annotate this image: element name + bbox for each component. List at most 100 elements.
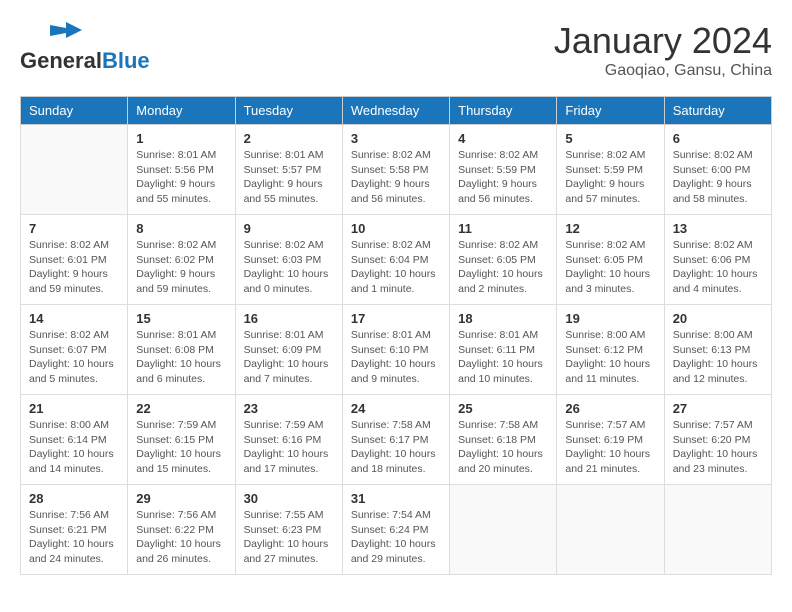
day-number: 26 [565, 401, 655, 416]
day-info: Sunrise: 8:00 AMSunset: 6:12 PMDaylight:… [565, 328, 655, 387]
day-number: 5 [565, 131, 655, 146]
calendar-week-4: 21 Sunrise: 8:00 AMSunset: 6:14 PMDayligh… [21, 395, 772, 485]
day-number: 7 [29, 221, 119, 236]
calendar-cell: 8 Sunrise: 8:02 AMSunset: 6:02 PMDaylight… [128, 215, 235, 305]
day-number: 21 [29, 401, 119, 416]
location-subtitle: Gaoqiao, Gansu, China [554, 62, 772, 80]
logo-text-block: GeneralBlue [20, 20, 150, 74]
day-info: Sunrise: 7:57 AMSunset: 6:20 PMDaylight:… [673, 418, 763, 477]
day-number: 8 [136, 221, 226, 236]
weekday-header-saturday: Saturday [664, 97, 771, 125]
calendar-cell: 23Sunrise: 7:59 AMSunset: 6:16 PMDayligh… [235, 395, 342, 485]
day-number: 9 [244, 221, 334, 236]
calendar-week-5: 28Sunrise: 7:56 AMSunset: 6:21 PMDayligh… [21, 485, 772, 575]
month-title: January 2024 [554, 20, 772, 62]
calendar-cell: 28Sunrise: 7:56 AMSunset: 6:21 PMDayligh… [21, 485, 128, 575]
day-info: Sunrise: 7:58 AMSunset: 6:18 PMDaylight:… [458, 418, 548, 477]
day-info: Sunrise: 8:02 AMSunset: 6:05 PMDaylight:… [458, 238, 548, 297]
calendar-week-1: 1 Sunrise: 8:01 AMSunset: 5:56 PMDaylight… [21, 125, 772, 215]
calendar-cell: 11 Sunrise: 8:02 AMSunset: 6:05 PMDayligh… [450, 215, 557, 305]
calendar-cell: 21 Sunrise: 8:00 AMSunset: 6:14 PMDayligh… [21, 395, 128, 485]
calendar-cell: 15 Sunrise: 8:01 AMSunset: 6:08 PMDayligh… [128, 305, 235, 395]
day-info: Sunrise: 8:01 AMSunset: 5:56 PMDaylight:… [136, 148, 226, 207]
day-number: 31 [351, 491, 441, 506]
day-info: Sunrise: 8:01 AMSunset: 6:10 PMDaylight:… [351, 328, 441, 387]
calendar-cell: 5 Sunrise: 8:02 AMSunset: 5:59 PMDaylight… [557, 125, 664, 215]
day-number: 17 [351, 311, 441, 326]
calendar-cell: 17 Sunrise: 8:01 AMSunset: 6:10 PMDayligh… [342, 305, 449, 395]
calendar-week-3: 14 Sunrise: 8:02 AMSunset: 6:07 PMDayligh… [21, 305, 772, 395]
weekday-header-monday: Monday [128, 97, 235, 125]
calendar-week-2: 7 Sunrise: 8:02 AMSunset: 6:01 PMDaylight… [21, 215, 772, 305]
calendar-cell: 31 Sunrise: 7:54 AMSunset: 6:24 PMDayligh… [342, 485, 449, 575]
calendar-cell [21, 125, 128, 215]
calendar-cell: 14 Sunrise: 8:02 AMSunset: 6:07 PMDayligh… [21, 305, 128, 395]
day-info: Sunrise: 7:55 AMSunset: 6:23 PMDaylight:… [244, 508, 334, 567]
day-number: 15 [136, 311, 226, 326]
calendar-cell: 3 Sunrise: 8:02 AMSunset: 5:58 PMDaylight… [342, 125, 449, 215]
weekday-header-sunday: Sunday [21, 97, 128, 125]
weekday-header-wednesday: Wednesday [342, 97, 449, 125]
calendar-cell: 4Sunrise: 8:02 AMSunset: 5:59 PMDaylight… [450, 125, 557, 215]
day-info: Sunrise: 8:02 AMSunset: 5:59 PMDaylight:… [565, 148, 655, 207]
day-info: Sunrise: 8:02 AMSunset: 5:58 PMDaylight:… [351, 148, 441, 207]
weekday-header-row: SundayMondayTuesdayWednesdayThursdayFrid… [21, 97, 772, 125]
day-info: Sunrise: 7:56 AMSunset: 6:22 PMDaylight:… [136, 508, 226, 567]
day-number: 27 [673, 401, 763, 416]
day-info: Sunrise: 8:00 AMSunset: 6:13 PMDaylight:… [673, 328, 763, 387]
day-number: 25 [458, 401, 548, 416]
calendar-cell: 25 Sunrise: 7:58 AMSunset: 6:18 PMDayligh… [450, 395, 557, 485]
day-number: 20 [673, 311, 763, 326]
day-number: 22 [136, 401, 226, 416]
calendar-cell: 18 Sunrise: 8:01 AMSunset: 6:11 PMDayligh… [450, 305, 557, 395]
day-info: Sunrise: 7:59 AMSunset: 6:15 PMDaylight:… [136, 418, 226, 477]
calendar-cell [664, 485, 771, 575]
calendar-table: SundayMondayTuesdayWednesdayThursdayFrid… [20, 96, 772, 575]
logo-blue: Blue [102, 48, 150, 74]
day-number: 16 [244, 311, 334, 326]
calendar-cell: 16Sunrise: 8:01 AMSunset: 6:09 PMDayligh… [235, 305, 342, 395]
day-number: 2 [244, 131, 334, 146]
day-info: Sunrise: 8:02 AMSunset: 5:59 PMDaylight:… [458, 148, 548, 207]
calendar-cell: 22 Sunrise: 7:59 AMSunset: 6:15 PMDayligh… [128, 395, 235, 485]
day-number: 29 [136, 491, 226, 506]
calendar-cell: 27 Sunrise: 7:57 AMSunset: 6:20 PMDayligh… [664, 395, 771, 485]
calendar-cell: 30Sunrise: 7:55 AMSunset: 6:23 PMDayligh… [235, 485, 342, 575]
day-info: Sunrise: 7:57 AMSunset: 6:19 PMDaylight:… [565, 418, 655, 477]
day-info: Sunrise: 8:01 AMSunset: 6:08 PMDaylight:… [136, 328, 226, 387]
day-number: 10 [351, 221, 441, 236]
day-number: 19 [565, 311, 655, 326]
day-info: Sunrise: 8:01 AMSunset: 6:11 PMDaylight:… [458, 328, 548, 387]
calendar-cell: 26 Sunrise: 7:57 AMSunset: 6:19 PMDayligh… [557, 395, 664, 485]
day-info: Sunrise: 8:02 AMSunset: 6:06 PMDaylight:… [673, 238, 763, 297]
day-number: 6 [673, 131, 763, 146]
day-info: Sunrise: 8:02 AMSunset: 6:07 PMDaylight:… [29, 328, 119, 387]
day-info: Sunrise: 8:02 AMSunset: 6:05 PMDaylight:… [565, 238, 655, 297]
day-info: Sunrise: 8:00 AMSunset: 6:14 PMDaylight:… [29, 418, 119, 477]
title-area: January 2024 Gaoqiao, Gansu, China [554, 20, 772, 80]
day-number: 14 [29, 311, 119, 326]
day-number: 11 [458, 221, 548, 236]
logo-general: General [20, 48, 102, 74]
day-number: 3 [351, 131, 441, 146]
calendar-cell: 1 Sunrise: 8:01 AMSunset: 5:56 PMDaylight… [128, 125, 235, 215]
weekday-header-tuesday: Tuesday [235, 97, 342, 125]
day-info: Sunrise: 8:01 AMSunset: 5:57 PMDaylight:… [244, 148, 334, 207]
day-number: 1 [136, 131, 226, 146]
calendar-cell: 7 Sunrise: 8:02 AMSunset: 6:01 PMDaylight… [21, 215, 128, 305]
calendar-cell [557, 485, 664, 575]
day-info: Sunrise: 8:02 AMSunset: 6:02 PMDaylight:… [136, 238, 226, 297]
day-info: Sunrise: 8:02 AMSunset: 6:01 PMDaylight:… [29, 238, 119, 297]
day-number: 24 [351, 401, 441, 416]
weekday-header-friday: Friday [557, 97, 664, 125]
day-info: Sunrise: 8:02 AMSunset: 6:03 PMDaylight:… [244, 238, 334, 297]
day-info: Sunrise: 7:54 AMSunset: 6:24 PMDaylight:… [351, 508, 441, 567]
day-number: 28 [29, 491, 119, 506]
calendar-cell: 29 Sunrise: 7:56 AMSunset: 6:22 PMDayligh… [128, 485, 235, 575]
logo-icon [20, 20, 100, 48]
day-number: 18 [458, 311, 548, 326]
logo: GeneralBlue [20, 20, 150, 74]
day-number: 13 [673, 221, 763, 236]
weekday-header-thursday: Thursday [450, 97, 557, 125]
calendar-cell: 19 Sunrise: 8:00 AMSunset: 6:12 PMDayligh… [557, 305, 664, 395]
